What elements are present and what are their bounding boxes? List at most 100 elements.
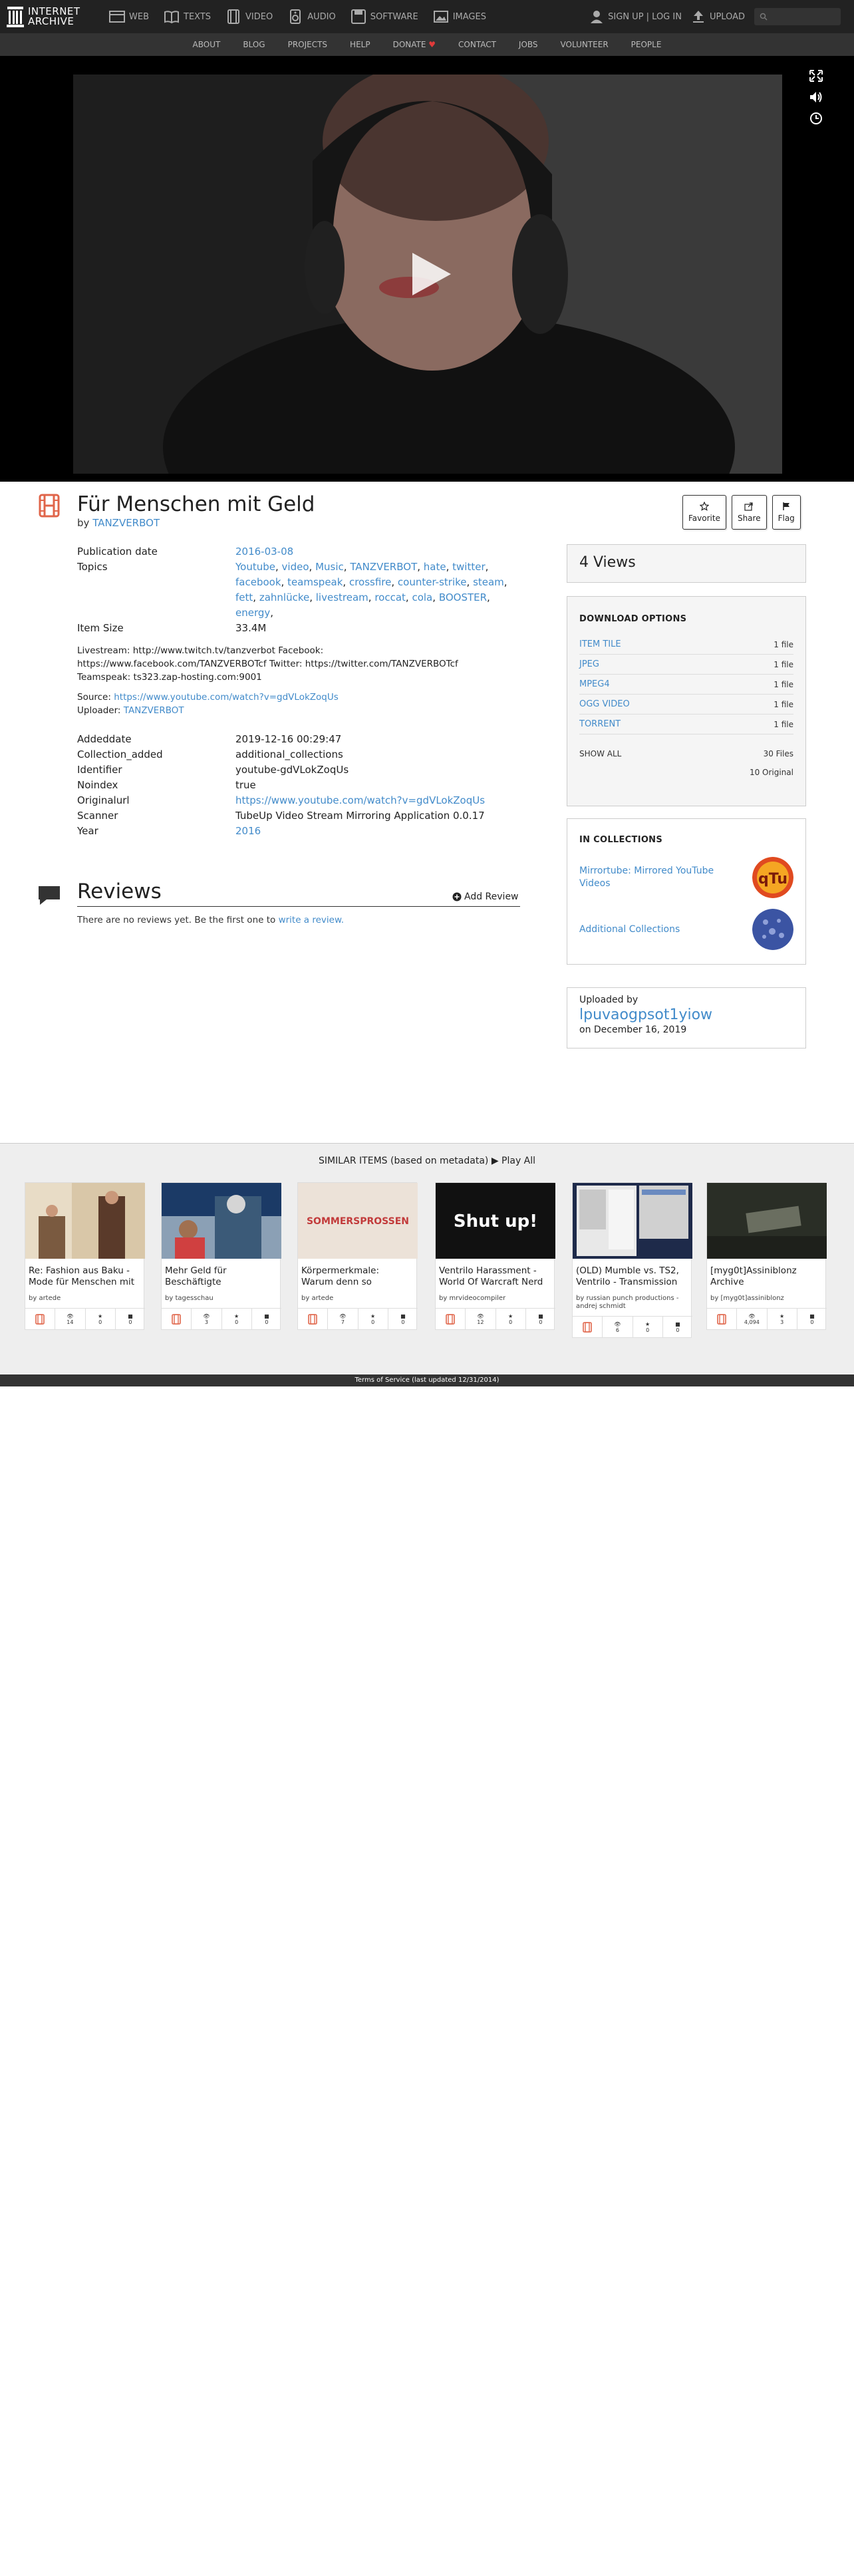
download-option[interactable]: TORRENT 1 file (579, 715, 793, 734)
comment-icon: ■ (538, 1313, 543, 1319)
similar-item-tile[interactable]: Mehr Geld für Beschäftigte by tagesschau 👁… (161, 1182, 281, 1330)
collection-item[interactable]: Additional Collections (579, 907, 793, 951)
description-line: Teamspeak: ts323.zap-hosting.com:9001 (77, 672, 262, 683)
similar-item-title[interactable]: [myg0t]Assiniblonz Archive (707, 1259, 825, 1295)
source-link[interactable]: https://www.youtube.com/watch?v=gdVLokZo… (114, 692, 339, 703)
topic-link[interactable]: livestream (316, 591, 368, 603)
subnav-label: PEOPLE (631, 40, 662, 49)
topic-link[interactable]: TANZVERBOT (350, 561, 417, 573)
subnav-blog[interactable]: BLOG (243, 40, 265, 49)
topic-link[interactable]: counter-strike (398, 576, 467, 588)
pubdate-value[interactable]: 2016-03-08 (235, 544, 516, 560)
nav-audio[interactable]: AUDIO (287, 9, 336, 24)
metadata-value[interactable]: https://www.youtube.com/watch?v=gdVLokZo… (235, 793, 516, 808)
similar-item-thumbnail[interactable] (25, 1183, 145, 1259)
collection-thumbnail[interactable] (752, 909, 793, 950)
similar-item-thumbnail[interactable] (573, 1183, 692, 1259)
video-player[interactable] (0, 56, 854, 482)
video-frame[interactable] (73, 75, 782, 474)
similar-item-thumbnail[interactable] (162, 1183, 281, 1259)
signup-login-link[interactable]: SIGN UP | LOG IN (589, 9, 682, 24)
collection-thumbnail[interactable]: qTu (752, 857, 793, 898)
volume-icon[interactable] (809, 90, 823, 104)
reviews-stat: ■ 0 (663, 1317, 692, 1337)
topic-link[interactable]: fett (235, 591, 253, 603)
nav-video[interactable]: VIDEO (225, 9, 273, 24)
subnav-help[interactable]: HELP (350, 40, 370, 49)
nav-images[interactable]: IMAGES (433, 9, 486, 24)
topic-link[interactable]: Youtube (235, 561, 275, 573)
fullscreen-icon[interactable] (809, 69, 823, 82)
topic-link[interactable]: twitter (452, 561, 485, 573)
favorite-button[interactable]: Favorite (682, 495, 726, 530)
play-button[interactable] (412, 253, 451, 295)
similar-item-thumbnail[interactable] (707, 1183, 827, 1259)
topic-link[interactable]: facebook (235, 576, 281, 588)
favorites-count: 3 (780, 1319, 784, 1325)
similar-item-thumbnail[interactable]: SOMMERSPROSSEN (298, 1183, 418, 1259)
download-format[interactable]: JPEG (579, 659, 599, 669)
uploader-name-link[interactable]: lpuvaogpsot1yiow (579, 1007, 793, 1023)
similar-item-title[interactable]: Mehr Geld für Beschäftigte (162, 1259, 280, 1295)
subnav-about[interactable]: ABOUT (193, 40, 221, 49)
subnav-people[interactable]: PEOPLE (631, 40, 662, 49)
film-icon (308, 1313, 317, 1325)
topic-link[interactable]: BOOSTER (439, 591, 487, 603)
subnav-contact[interactable]: CONTACT (458, 40, 496, 49)
favorites-stat: ★ 3 (768, 1309, 797, 1329)
internet-archive-logo[interactable]: INTERNET ARCHIVE (7, 5, 80, 28)
nav-web[interactable]: WEB (109, 9, 149, 24)
footer-terms[interactable]: Terms of Service (last updated 12/31/201… (0, 1374, 854, 1386)
collection-link[interactable]: Mirrortube: Mirrored YouTube Videos (579, 865, 739, 890)
nav-texts[interactable]: TEXTS (164, 9, 211, 24)
upload-link[interactable]: UPLOAD (691, 9, 745, 24)
search-input[interactable] (754, 8, 841, 25)
download-format[interactable]: MPEG4 (579, 679, 610, 689)
similar-item-tile[interactable]: (OLD) Mumble vs. TS2, Ventrilo - Transmi… (572, 1182, 692, 1338)
similar-item-tile[interactable]: SOMMERSPROSSEN Körpermerkmale: Warum denn… (297, 1182, 418, 1330)
uploader-link[interactable]: TANZVERBOT (124, 705, 184, 716)
similar-item-tile[interactable]: Re: Fashion aus Baku - Mode für Menschen… (25, 1182, 145, 1330)
share-button[interactable]: Share (731, 495, 767, 530)
subnav-jobs[interactable]: JOBS (519, 40, 538, 49)
topic-link[interactable]: hate (424, 561, 446, 573)
subnav-projects[interactable]: PROJECTS (288, 40, 327, 49)
download-option[interactable]: OGG VIDEO 1 file (579, 695, 793, 715)
download-option[interactable]: ITEM TILE 1 file (579, 635, 793, 655)
similar-item-title[interactable]: (OLD) Mumble vs. TS2, Ventrilo - Transmi… (573, 1259, 691, 1295)
play-all-button[interactable]: ▶ Play All (492, 1156, 535, 1166)
similar-item-title[interactable]: Re: Fashion aus Baku - Mode für Menschen… (25, 1259, 144, 1295)
subnav-volunteer[interactable]: VOLUNTEER (561, 40, 609, 49)
add-review-button[interactable]: Add Review (452, 891, 519, 902)
clock-icon[interactable] (809, 112, 823, 125)
creator-link[interactable]: TANZVERBOT (92, 517, 160, 529)
similar-item-title[interactable]: Körpermerkmale: Warum denn so (298, 1259, 416, 1295)
download-option[interactable]: JPEG 1 file (579, 655, 793, 675)
download-format[interactable]: ITEM TILE (579, 639, 621, 649)
subnav-donate[interactable]: DONATE ♥ (393, 40, 436, 49)
similar-item-tile[interactable]: Shut up! Ventrilo Harassment - World Of W… (435, 1182, 555, 1330)
download-option[interactable]: MPEG4 1 file (579, 675, 793, 695)
flag-button[interactable]: Flag (772, 495, 801, 530)
topic-link[interactable]: crossfire (349, 576, 391, 588)
topic-link[interactable]: Music (315, 561, 344, 573)
topic-link[interactable]: energy (235, 607, 270, 619)
topic-link[interactable]: roccat (374, 591, 406, 603)
similar-item-title[interactable]: Ventrilo Harassment - World Of Warcraft … (436, 1259, 554, 1295)
collection-link[interactable]: Additional Collections (579, 923, 739, 936)
nav-software[interactable]: SOFTWARE (351, 9, 418, 24)
metadata-value[interactable]: 2016 (235, 824, 516, 839)
download-format[interactable]: OGG VIDEO (579, 699, 630, 709)
topic-link[interactable]: steam (473, 576, 504, 588)
collection-item[interactable]: Mirrortube: Mirrored YouTube Videos qTu (579, 856, 793, 899)
topic-link[interactable]: teamspeak (287, 576, 343, 588)
topic-link[interactable]: cola (412, 591, 432, 603)
write-review-link[interactable]: write a review. (279, 915, 345, 925)
similar-item-stats: 👁 6 ★ 0 ■ 0 (573, 1316, 692, 1337)
download-format[interactable]: TORRENT (579, 719, 621, 729)
similar-item-thumbnail[interactable]: Shut up! (436, 1183, 555, 1259)
topic-link[interactable]: zahnlücke (259, 591, 309, 603)
show-all-link[interactable]: SHOW ALL (579, 749, 621, 758)
topic-link[interactable]: video (282, 561, 309, 573)
similar-item-tile[interactable]: [myg0t]Assiniblonz Archive by [myg0t]assi… (706, 1182, 827, 1330)
